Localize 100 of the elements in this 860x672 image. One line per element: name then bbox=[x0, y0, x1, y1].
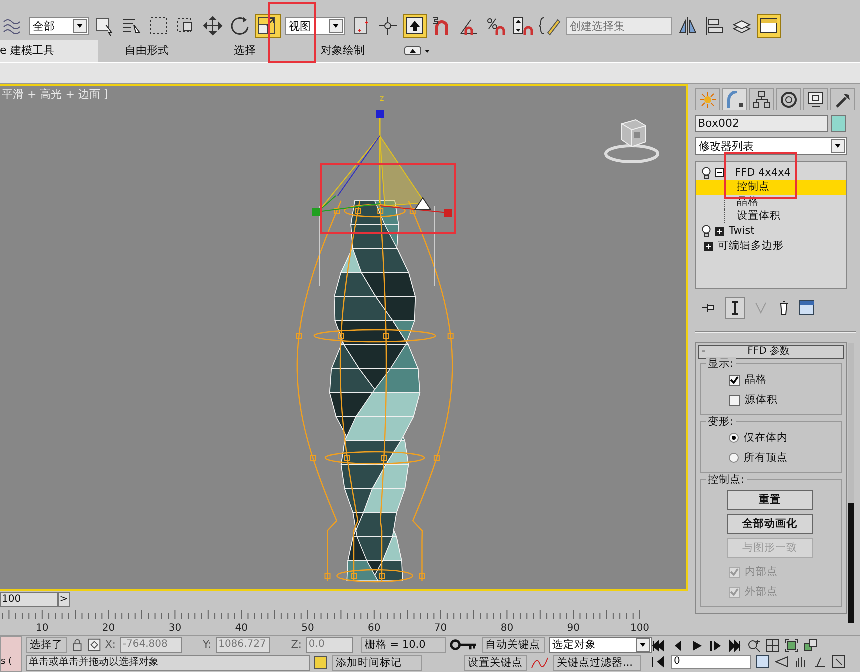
motion-tab-icon bbox=[780, 90, 798, 108]
checkbox-label: 外部点 bbox=[745, 585, 778, 599]
object-color-swatch[interactable] bbox=[831, 115, 846, 132]
key-curve-icon[interactable] bbox=[531, 656, 549, 670]
ruler-label: 80 bbox=[500, 623, 514, 634]
radio-button[interactable] bbox=[729, 433, 739, 443]
auto-key-button[interactable]: 自动关键点 bbox=[482, 637, 545, 653]
axis-label: z bbox=[380, 94, 384, 103]
ruler-label: 10 bbox=[36, 623, 49, 634]
modifier-list-dropdown[interactable]: 修改器列表 bbox=[695, 137, 847, 155]
ruler-label: 50 bbox=[302, 623, 314, 634]
group-title: 显示: bbox=[706, 357, 736, 371]
rollout-collapse-toggle[interactable]: - bbox=[702, 346, 706, 358]
motion-tab[interactable] bbox=[776, 88, 801, 110]
modify-tab[interactable] bbox=[722, 88, 747, 110]
display-tab-icon bbox=[806, 90, 824, 108]
play-icon[interactable] bbox=[690, 639, 704, 653]
key-mode-icon[interactable] bbox=[652, 655, 666, 669]
rectangle-selection-icon[interactable] bbox=[148, 15, 170, 37]
lightbulb-icon[interactable] bbox=[701, 225, 712, 237]
display-tab[interactable] bbox=[803, 88, 828, 110]
orbit-icon[interactable] bbox=[813, 655, 827, 669]
timeline-ruler[interactable] bbox=[2, 610, 640, 620]
key-mode-dropdown[interactable]: 选定对象 bbox=[548, 637, 652, 653]
ribbon-tab[interactable]: e 建模工具 bbox=[0, 40, 98, 62]
zoom-extents-all-icon[interactable] bbox=[804, 639, 818, 653]
checkbox[interactable] bbox=[729, 394, 740, 406]
modifier-stack-item[interactable]: 可编辑多边形 bbox=[718, 239, 784, 253]
checkbox[interactable] bbox=[729, 374, 740, 386]
edit-named-sets-icon[interactable] bbox=[539, 15, 561, 37]
group-title: 控制点: bbox=[706, 473, 747, 487]
rollout-title[interactable]: FFD 参数 bbox=[748, 346, 790, 358]
selection-status[interactable]: 选择了 bbox=[26, 637, 67, 653]
plus-icon bbox=[705, 242, 712, 250]
lock-icon[interactable] bbox=[71, 638, 84, 652]
end-result-icon[interactable] bbox=[725, 297, 745, 319]
add-time-tag-button[interactable]: 添加时间标记 bbox=[332, 655, 422, 671]
next-frame-icon[interactable] bbox=[709, 639, 723, 653]
remove-modifier-icon[interactable] bbox=[777, 300, 791, 316]
ruler-label: 40 bbox=[235, 623, 248, 634]
checkbox-label: 源体积 bbox=[745, 393, 778, 407]
expand-toggle[interactable] bbox=[704, 242, 713, 250]
hierarchy-tab-icon bbox=[752, 90, 770, 108]
absolute-mode-icon[interactable] bbox=[88, 638, 102, 652]
modifier-stack-item[interactable]: Twist bbox=[729, 225, 755, 237]
highlight-frame bbox=[268, 2, 316, 63]
go-to-start-icon[interactable] bbox=[652, 639, 666, 653]
rollout-button[interactable]: 重置 bbox=[727, 490, 813, 510]
manipulate-icon[interactable] bbox=[377, 15, 399, 37]
set-key-button[interactable]: 设置关键点 bbox=[464, 655, 527, 671]
checkmark-icon bbox=[730, 588, 739, 596]
time-config-icon[interactable] bbox=[756, 655, 770, 669]
expand-toggle[interactable] bbox=[715, 226, 724, 236]
coordinate-system-dropdown[interactable]: 视图 bbox=[285, 17, 345, 35]
time-tag-icon[interactable] bbox=[314, 656, 328, 670]
scale-icon[interactable] bbox=[256, 15, 280, 37]
sub-object-level-item[interactable]: 控制点 bbox=[696, 180, 846, 194]
pan-hand-icon[interactable] bbox=[794, 655, 808, 669]
lightbulb-icon[interactable] bbox=[701, 166, 712, 178]
ruler-label: 70 bbox=[434, 623, 448, 634]
go-to-end-icon[interactable] bbox=[728, 639, 742, 653]
plus-icon bbox=[716, 228, 723, 234]
hierarchy-tab[interactable] bbox=[749, 88, 774, 110]
radio-button[interactable] bbox=[729, 453, 739, 463]
zoom-all-icon[interactable] bbox=[766, 639, 780, 653]
move-icon[interactable] bbox=[202, 15, 224, 37]
current-frame-field[interactable]: 0 bbox=[671, 655, 751, 669]
modify-tab-icon bbox=[726, 90, 744, 108]
next-frame-button[interactable]: > bbox=[58, 592, 70, 607]
ribbon-tab[interactable]: 选择 bbox=[196, 40, 294, 62]
maximize-viewport-icon[interactable] bbox=[832, 655, 846, 669]
collapse-toggle[interactable] bbox=[715, 168, 724, 177]
maxscript-listener[interactable]: s ( bbox=[1, 657, 12, 667]
spinner-snap-icon[interactable] bbox=[512, 15, 534, 37]
sub-object-level-item[interactable]: 设置体积 bbox=[696, 209, 846, 224]
checkmark-icon bbox=[730, 376, 739, 384]
ribbon-tab[interactable]: 自由形式 bbox=[98, 40, 196, 62]
ribbon-toggle-icon[interactable] bbox=[758, 15, 780, 37]
key-filters-button[interactable]: 关键点过滤器... bbox=[553, 655, 641, 671]
rollout-button[interactable]: 全部动画化 bbox=[727, 514, 813, 534]
radio-label: 所有顶点 bbox=[744, 451, 788, 465]
selection-filter-dropdown[interactable]: 全部 bbox=[29, 17, 89, 35]
configure-sets-icon[interactable] bbox=[799, 300, 815, 316]
named-selection-field[interactable]: 创建选择集 bbox=[566, 17, 672, 35]
ribbon-tab[interactable]: 对象绘制 bbox=[294, 40, 392, 62]
align-icon[interactable] bbox=[704, 15, 726, 37]
radio-label: 仅在体内 bbox=[744, 431, 788, 445]
key-icon[interactable] bbox=[450, 637, 478, 653]
ruler-label: 20 bbox=[102, 623, 116, 634]
time-slider-frame[interactable]: 100 bbox=[0, 592, 58, 607]
keyboard-toggle-icon[interactable] bbox=[404, 15, 426, 37]
rotate-icon[interactable] bbox=[229, 15, 251, 37]
zoom-extents-icon[interactable] bbox=[785, 639, 799, 653]
mirror-icon[interactable] bbox=[677, 15, 699, 37]
minus-icon bbox=[716, 169, 723, 176]
utilities-tab[interactable] bbox=[830, 88, 855, 110]
modifier-stack-item[interactable]: FFD 4x4x4 bbox=[735, 166, 791, 178]
field-of-view-icon[interactable] bbox=[775, 655, 789, 669]
zoom-icon[interactable] bbox=[747, 639, 761, 653]
object-name-field[interactable]: Box002 bbox=[695, 115, 828, 132]
